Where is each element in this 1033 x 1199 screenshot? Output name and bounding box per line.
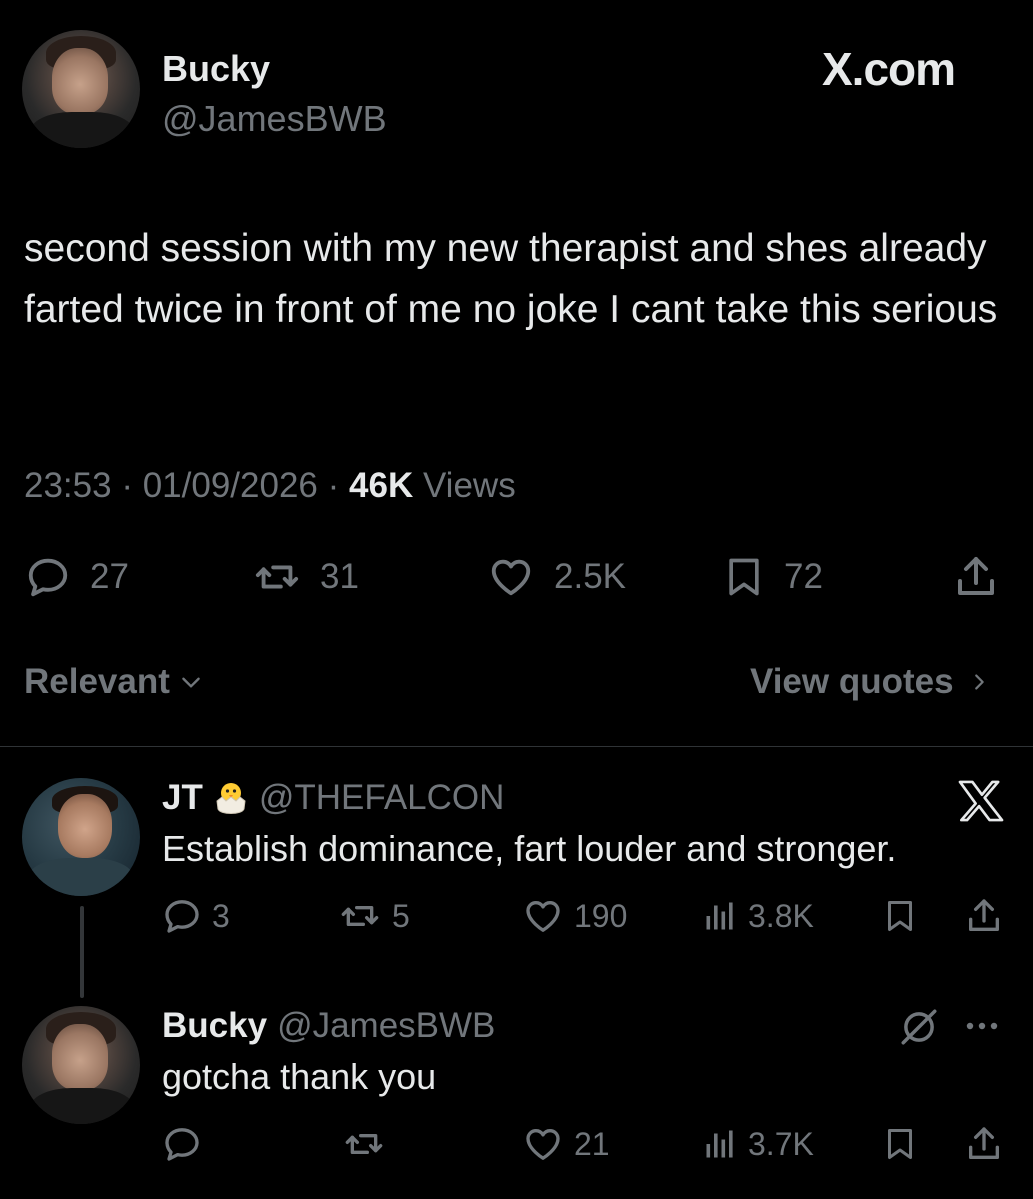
reply-reply-button[interactable]: 3	[162, 896, 230, 936]
sort-label: Relevant	[24, 662, 170, 701]
views-label: Views	[422, 466, 516, 505]
views-icon	[702, 1124, 738, 1164]
views-count: 46K	[349, 466, 414, 505]
reply-avatar[interactable]	[22, 1006, 140, 1124]
reply-repost-button[interactable]: 5	[338, 896, 410, 936]
chevron-right-icon	[968, 668, 990, 696]
like-icon	[522, 1124, 564, 1164]
reply-author-handle[interactable]: @THEFALCON	[259, 778, 505, 818]
repost-icon	[342, 1124, 386, 1164]
like-icon	[522, 896, 564, 936]
like-button[interactable]: 2.5K	[486, 552, 626, 602]
grok-icon[interactable]	[898, 1006, 940, 1048]
bookmark-icon	[722, 553, 766, 601]
avatar-face	[58, 794, 112, 858]
avatar-face	[52, 48, 108, 114]
reply-count: 27	[90, 557, 129, 596]
view-quotes-link[interactable]: View quotes	[750, 662, 990, 702]
views-icon	[702, 896, 738, 936]
more-icon[interactable]	[962, 1008, 1002, 1044]
share-icon	[952, 553, 1000, 601]
bookmark-icon	[882, 1124, 918, 1164]
avatar-body	[30, 112, 134, 148]
reply-bookmark-button[interactable]	[882, 1124, 918, 1164]
reply-header: JT @THEFALCON	[162, 778, 504, 818]
divider	[0, 746, 1033, 747]
author-name[interactable]: Bucky	[162, 48, 270, 90]
avatar-face	[52, 1024, 108, 1090]
repost-count: 31	[320, 557, 359, 596]
reply-author-name[interactable]: Bucky	[162, 1006, 267, 1046]
meta-separator: ·	[121, 466, 143, 505]
reply-bookmark-button[interactable]	[882, 896, 918, 936]
reply-count: 3	[212, 897, 230, 934]
reply-views-button[interactable]: 3.7K	[702, 1124, 814, 1164]
reply-text: gotcha thank you	[162, 1056, 437, 1097]
reply-text: Establish dominance, fart louder and str…	[162, 828, 897, 869]
tweet-meta: 23:53 · 01/09/2026 · 46K Views	[24, 466, 516, 506]
share-button[interactable]	[952, 552, 1000, 602]
reply-icon	[162, 1124, 202, 1164]
repost-icon	[252, 554, 302, 600]
chevron-down-icon	[178, 669, 204, 695]
avatar-body	[28, 858, 134, 896]
bookmark-count: 72	[784, 557, 823, 596]
views-count: 3.7K	[748, 1125, 814, 1162]
avatar-body	[30, 1088, 134, 1124]
like-count: 21	[574, 1125, 610, 1162]
like-count: 190	[574, 897, 628, 934]
reply-icon	[24, 554, 72, 600]
repost-count: 5	[392, 897, 410, 934]
reply-author-name[interactable]: JT	[162, 778, 203, 818]
views-count: 3.8K	[748, 897, 814, 934]
hatching-chick-icon	[213, 779, 249, 817]
view-quotes-label: View quotes	[750, 662, 954, 701]
x-logo-icon	[958, 780, 1004, 822]
repost-button[interactable]: 31	[252, 552, 359, 602]
share-icon	[964, 1124, 1004, 1164]
reply-button[interactable]: 27	[24, 552, 129, 602]
thread-line	[80, 906, 84, 998]
watermark: X.com	[822, 43, 956, 95]
tweet-time: 23:53	[24, 466, 112, 505]
share-icon	[964, 896, 1004, 936]
reply-repost-button[interactable]	[342, 1124, 386, 1164]
reply-author-handle[interactable]: @JamesBWB	[277, 1006, 495, 1046]
reply-share-button[interactable]	[964, 1124, 1004, 1164]
bookmark-button[interactable]: 72	[722, 552, 823, 602]
meta-separator: ·	[327, 466, 350, 505]
reply-like-button[interactable]: 21	[522, 1124, 610, 1164]
like-count: 2.5K	[554, 557, 626, 596]
like-icon	[486, 554, 536, 600]
reply-views-button[interactable]: 3.8K	[702, 896, 814, 936]
reply-reply-button[interactable]	[162, 1124, 202, 1164]
reply-avatar[interactable]	[22, 778, 140, 896]
reply-icon	[162, 896, 202, 936]
reply-header: Bucky @JamesBWB	[162, 1006, 495, 1046]
tweet-text: second session with my new therapist and…	[24, 227, 998, 331]
repost-icon	[338, 896, 382, 936]
reply-like-button[interactable]: 190	[522, 896, 627, 936]
sort-dropdown[interactable]: Relevant	[24, 662, 204, 702]
author-avatar[interactable]	[22, 30, 140, 148]
bookmark-icon	[882, 896, 918, 936]
reply-share-button[interactable]	[964, 896, 1004, 936]
tweet-date: 01/09/2026	[142, 466, 318, 505]
author-handle[interactable]: @JamesBWB	[162, 98, 387, 140]
